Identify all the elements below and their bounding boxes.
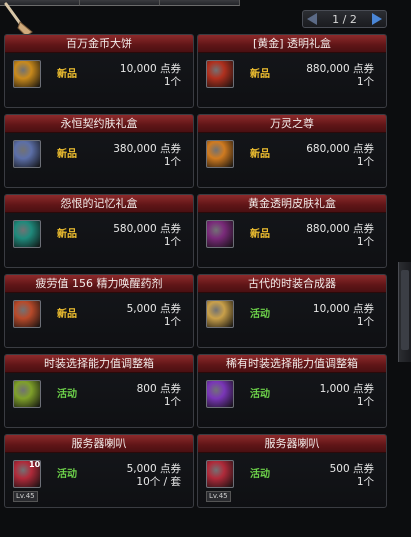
item-badge: 活动 [250, 389, 270, 400]
tab-2[interactable] [80, 0, 160, 6]
item-quantity: 1个 [163, 76, 181, 88]
level-tag: Lv.45 [206, 491, 231, 502]
item-card[interactable]: 稀有时装选择能力值调整箱 活动 1,000 点券 1个 [197, 354, 387, 428]
gold-coin-cake-icon[interactable] [13, 60, 41, 88]
item-badge: 新品 [57, 309, 77, 320]
teal-aura-icon[interactable] [13, 220, 41, 248]
shadow-figure-icon[interactable] [206, 220, 234, 248]
item-badge: 活动 [250, 309, 270, 320]
item-badge: 新品 [250, 69, 270, 80]
green-cube-icon[interactable] [13, 380, 41, 408]
item-card[interactable]: 黄金透明皮肤礼盒 新品 880,000 点券 1个 [197, 194, 387, 268]
item-title: 服务器喇叭 [198, 435, 386, 453]
prev-page-button[interactable] [307, 13, 317, 25]
scrollbar[interactable] [398, 262, 411, 362]
item-quantity: 1个 [356, 236, 374, 248]
potion-bottle-icon[interactable] [13, 300, 41, 328]
item-card[interactable]: 疲劳值 156 精力唤醒药剂 新品 5,000 点券 1个 [4, 274, 194, 348]
item-card[interactable]: 永恒契约肤礼盒 新品 380,000 点券 1个 [4, 114, 194, 188]
item-badge: 活动 [57, 389, 77, 400]
golden-seal-icon[interactable] [206, 140, 234, 168]
brush-icon [4, 2, 33, 37]
item-quantity: 1个 [163, 156, 181, 168]
item-quantity: 1个 [356, 76, 374, 88]
item-card[interactable]: 百万金币大饼 新品 10,000 点券 1个 [4, 34, 194, 108]
item-badge: 新品 [57, 69, 77, 80]
item-card[interactable]: 万灵之尊 新品 680,000 点券 1个 [197, 114, 387, 188]
item-quantity: 1个 [356, 316, 374, 328]
item-quantity: 1个 [356, 156, 374, 168]
item-badge: 新品 [250, 149, 270, 160]
item-badge: 新品 [57, 229, 77, 240]
item-title: 万灵之尊 [198, 115, 386, 133]
item-title: 古代的时装合成器 [198, 275, 386, 293]
stack-count: 10 [29, 460, 41, 469]
item-title: 百万金币大饼 [5, 35, 193, 53]
pager: 1 / 2 [302, 10, 387, 28]
tab-3[interactable] [160, 0, 240, 6]
top-tab-strip [0, 0, 240, 6]
server-horn-icon[interactable] [206, 460, 234, 488]
item-quantity: 10个 / 套 [136, 476, 181, 488]
purple-cube-icon[interactable] [206, 380, 234, 408]
item-badge: 新品 [250, 229, 270, 240]
next-page-button[interactable] [371, 13, 382, 25]
ancient-synthesizer-icon[interactable] [206, 300, 234, 328]
page-indicator: 1 / 2 [332, 12, 357, 26]
gold-gift-box-icon[interactable] [206, 60, 234, 88]
item-badge: 活动 [57, 469, 77, 480]
item-card[interactable]: 服务器喇叭 活动 5,000 点券 10个 / 套 Lv.45 10 [4, 434, 194, 508]
item-card[interactable]: 时装选择能力值调整箱 活动 800 点券 1个 [4, 354, 194, 428]
scrollbar-thumb[interactable] [401, 270, 409, 350]
feather-blade-icon[interactable] [13, 140, 41, 168]
item-card[interactable]: 古代的时装合成器 活动 10,000 点券 1个 [197, 274, 387, 348]
item-quantity: 1个 [163, 236, 181, 248]
item-title: [黄金] 透明礼盒 [198, 35, 386, 53]
item-quantity: 1个 [163, 396, 181, 408]
item-title: 稀有时装选择能力值调整箱 [198, 355, 386, 373]
item-quantity: 1个 [356, 396, 374, 408]
item-card[interactable]: 怨恨的记忆礼盒 新品 580,000 点券 1个 [4, 194, 194, 268]
item-badge: 新品 [57, 149, 77, 160]
item-title: 疲劳值 156 精力唤醒药剂 [5, 275, 193, 293]
item-title: 时装选择能力值调整箱 [5, 355, 193, 373]
item-card[interactable]: [黄金] 透明礼盒 新品 880,000 点券 1个 [197, 34, 387, 108]
item-card[interactable]: 服务器喇叭 活动 500 点券 1个 Lv.45 [197, 434, 387, 508]
item-quantity: 1个 [163, 316, 181, 328]
item-title: 黄金透明皮肤礼盒 [198, 195, 386, 213]
level-tag: Lv.45 [13, 491, 38, 502]
item-title: 服务器喇叭 [5, 435, 193, 453]
item-title: 永恒契约肤礼盒 [5, 115, 193, 133]
item-badge: 活动 [250, 469, 270, 480]
item-title: 怨恨的记忆礼盒 [5, 195, 193, 213]
item-quantity: 1个 [356, 476, 374, 488]
